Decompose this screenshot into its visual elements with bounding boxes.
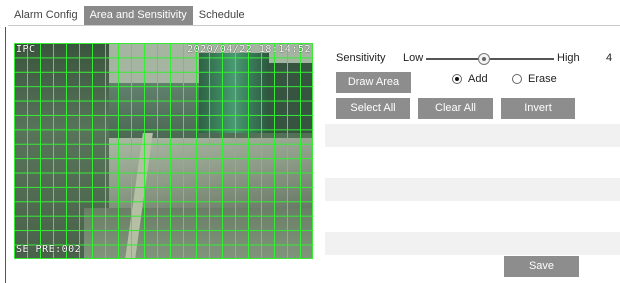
erase-radio-label: Erase <box>528 73 557 85</box>
add-radio-label: Add <box>468 73 488 85</box>
video-preview[interactable]: IPC 2020/04/22 18:14:52 SE PRE:002 <box>14 43 313 259</box>
tab-area-and-sensitivity[interactable]: Area and Sensitivity <box>83 6 193 25</box>
sensitivity-slider[interactable] <box>426 53 554 65</box>
sensitivity-value: 4 <box>606 52 613 64</box>
save-button[interactable]: Save <box>504 256 579 277</box>
motion-detection-grid[interactable] <box>14 43 313 259</box>
erase-radio[interactable]: Erase <box>512 73 557 85</box>
add-radio-indicator[interactable] <box>452 74 462 84</box>
row-band <box>325 232 620 255</box>
tab-schedule[interactable]: Schedule <box>193 6 251 25</box>
slider-thumb[interactable] <box>478 53 490 65</box>
erase-radio-indicator[interactable] <box>512 74 522 84</box>
select-all-button[interactable]: Select All <box>336 98 410 119</box>
clear-all-button[interactable]: Clear All <box>418 98 493 119</box>
tab-underline <box>8 25 620 26</box>
osd-timestamp: 2020/04/22 18:14:52 <box>187 44 311 55</box>
row-band <box>325 124 620 147</box>
slider-track <box>426 58 554 60</box>
panel-left-border <box>5 27 6 283</box>
osd-preset: SE PRE:002 <box>16 244 82 255</box>
add-radio[interactable]: Add <box>452 73 488 85</box>
tab-bar: Alarm Config Area and Sensitivity Schedu… <box>8 6 251 26</box>
sensitivity-high-label: High <box>557 52 580 64</box>
osd-device-name: IPC <box>16 44 36 55</box>
sensitivity-low-label: Low <box>403 52 424 64</box>
draw-area-button[interactable]: Draw Area <box>336 72 411 93</box>
tab-alarm-config[interactable]: Alarm Config <box>8 6 84 25</box>
row-band <box>325 178 620 201</box>
invert-button[interactable]: Invert <box>501 98 575 119</box>
sensitivity-label: Sensitivity <box>336 52 386 64</box>
